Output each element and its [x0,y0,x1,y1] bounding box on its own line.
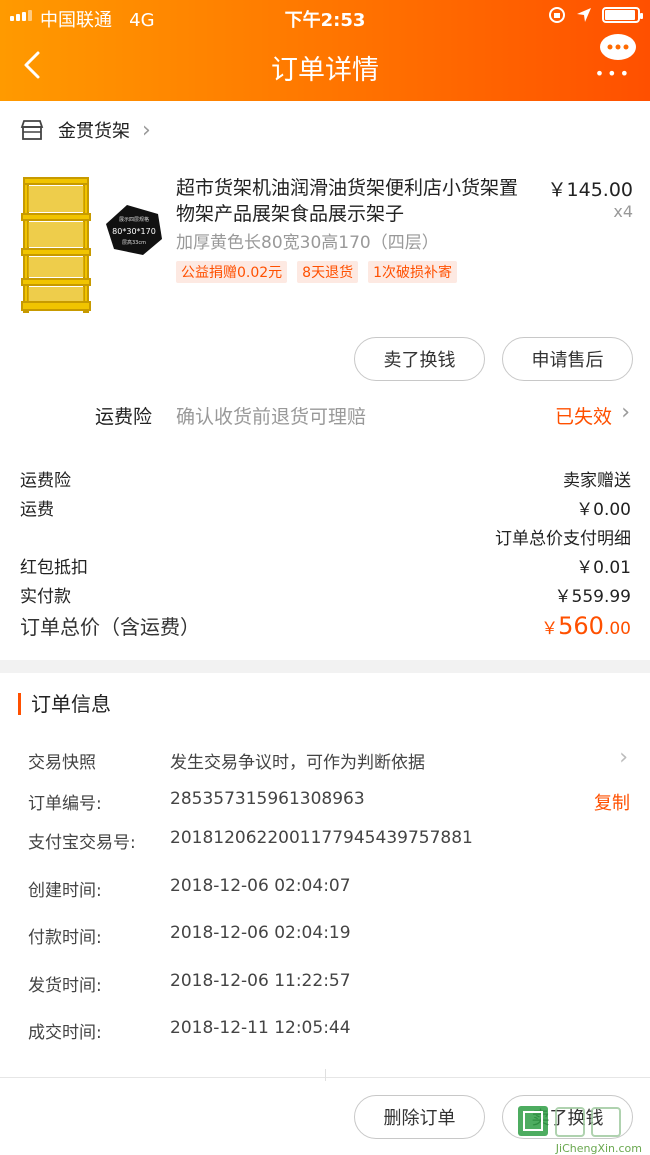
order-total-value: ￥560.00 [541,612,631,640]
created-label: 创建时间: [28,881,102,901]
sell-button[interactable]: 卖了换钱 [354,337,485,381]
fee-redpacket-label: 红包抵扣 [20,558,88,578]
order-card: 金贯货架 › 展示四层规格 80*30*170 层高33cm 超市货架机油润滑油… [0,101,650,660]
order-number-value: 285357315961308963 [170,789,365,809]
divider [325,1069,326,1081]
tag-damage: 1次破损补寄 [368,261,458,283]
chevron-right-icon: › [619,745,628,770]
delete-order-button[interactable]: 删除订单 [354,1095,485,1139]
order-total-row: 订单总价（含运费） ￥560.00 [20,611,631,640]
product-tags: 公益捐赠0.02元 8天退货 1次破损补寄 [176,261,458,283]
fee-insurance-value: 卖家赠送 [563,471,631,491]
thumb-badge-line1: 展示四层规格 [119,216,149,223]
thumb-badge-line3: 层高33cm [122,239,146,246]
shop-name: 金贯货架 [58,121,130,142]
tag-return: 8天退货 [297,261,359,283]
chevron-right-icon: › [142,117,151,143]
shipped-value: 2018-12-06 11:22:57 [170,971,351,991]
order-total-label: 订单总价（含运费） [20,615,200,639]
fee-paid-label: 实付款 [20,587,71,607]
product-price: ￥145.00 [547,179,633,201]
fee-shipping-label: 运费 [20,500,54,520]
fee-insurance-label: 运费险 [20,471,71,491]
header-bar: 中国联通 4G 下午2:53 订单详情 ••• [0,0,650,101]
shipping-insurance-row[interactable]: 运费险 确认收货前退货可理赔 已失效 › [0,396,650,436]
paid-label: 付款时间: [28,928,102,948]
payment-detail-link[interactable]: 订单总价支付明细 [495,524,631,549]
rotation-lock-icon [549,7,565,23]
fee-shipping-row: 运费 ￥0.00 [20,495,631,520]
fee-paid-row: 实付款 ￥559.99 [20,582,631,607]
insurance-label: 运费险 [95,406,153,428]
watermark-text: JiChengXin.com [555,1142,642,1155]
status-bar: 中国联通 4G 下午2:53 [0,0,650,32]
chat-bubble-icon[interactable] [598,32,638,66]
alipay-value: 2018120622001177945439757881 [170,828,473,848]
fee-redpacket-value: ￥0.01 [576,558,631,578]
product-thumbnail[interactable]: 展示四层规格 80*30*170 层高33cm [18,174,168,316]
chevron-right-icon: › [621,400,630,425]
page-title: 订单详情 [271,55,379,86]
product-spec: 加厚黄色长80宽30高170（四层） [176,233,439,253]
copy-button[interactable]: 复制 [594,789,630,815]
payment-detail-row[interactable]: 订单总价支付明细 [20,524,631,549]
order-number-label: 订单编号: [28,794,102,814]
paid-value: 2018-12-06 02:04:19 [170,923,351,943]
location-icon [577,8,591,22]
snapshot-label: 交易快照 [28,753,96,773]
fee-paid-value: ￥559.99 [554,587,631,607]
insurance-desc: 确认收货前退货可理赔 [176,406,367,428]
battery-icon [602,7,643,23]
after-sale-button[interactable]: 申请售后 [502,337,633,381]
shop-icon [20,120,44,140]
done-value: 2018-12-11 12:05:44 [170,1018,351,1038]
fee-insurance-row: 运费险 卖家赠送 [20,466,631,491]
order-info-section: 订单信息 交易快照 发生交易争议时，可作为判断依据 › 订单编号: 285357… [0,673,650,1053]
product-quantity: x4 [613,202,633,221]
snapshot-value: 发生交易争议时，可作为判断依据 [170,753,425,773]
created-value: 2018-12-06 02:04:07 [170,876,351,896]
thumb-badge-line2: 80*30*170 [112,227,156,236]
shop-row[interactable]: 金贯货架 › [0,101,650,159]
fee-redpacket-row: 红包抵扣 ￥0.01 [20,553,631,578]
alipay-label: 支付宝交易号: [28,833,136,853]
insurance-status: 已失效 [554,406,612,428]
tag-charity: 公益捐赠0.02元 [176,261,288,283]
order-info-heading: 订单信息 [18,693,111,715]
more-dots-icon[interactable]: ••• [595,66,632,82]
fee-shipping-value: ￥0.00 [576,500,631,520]
shipped-label: 发货时间: [28,976,102,996]
product-title[interactable]: 超市货架机油润滑油货架便利店小货架置物架产品展架食品展示架子 [176,175,536,227]
done-label: 成交时间: [28,1023,102,1043]
